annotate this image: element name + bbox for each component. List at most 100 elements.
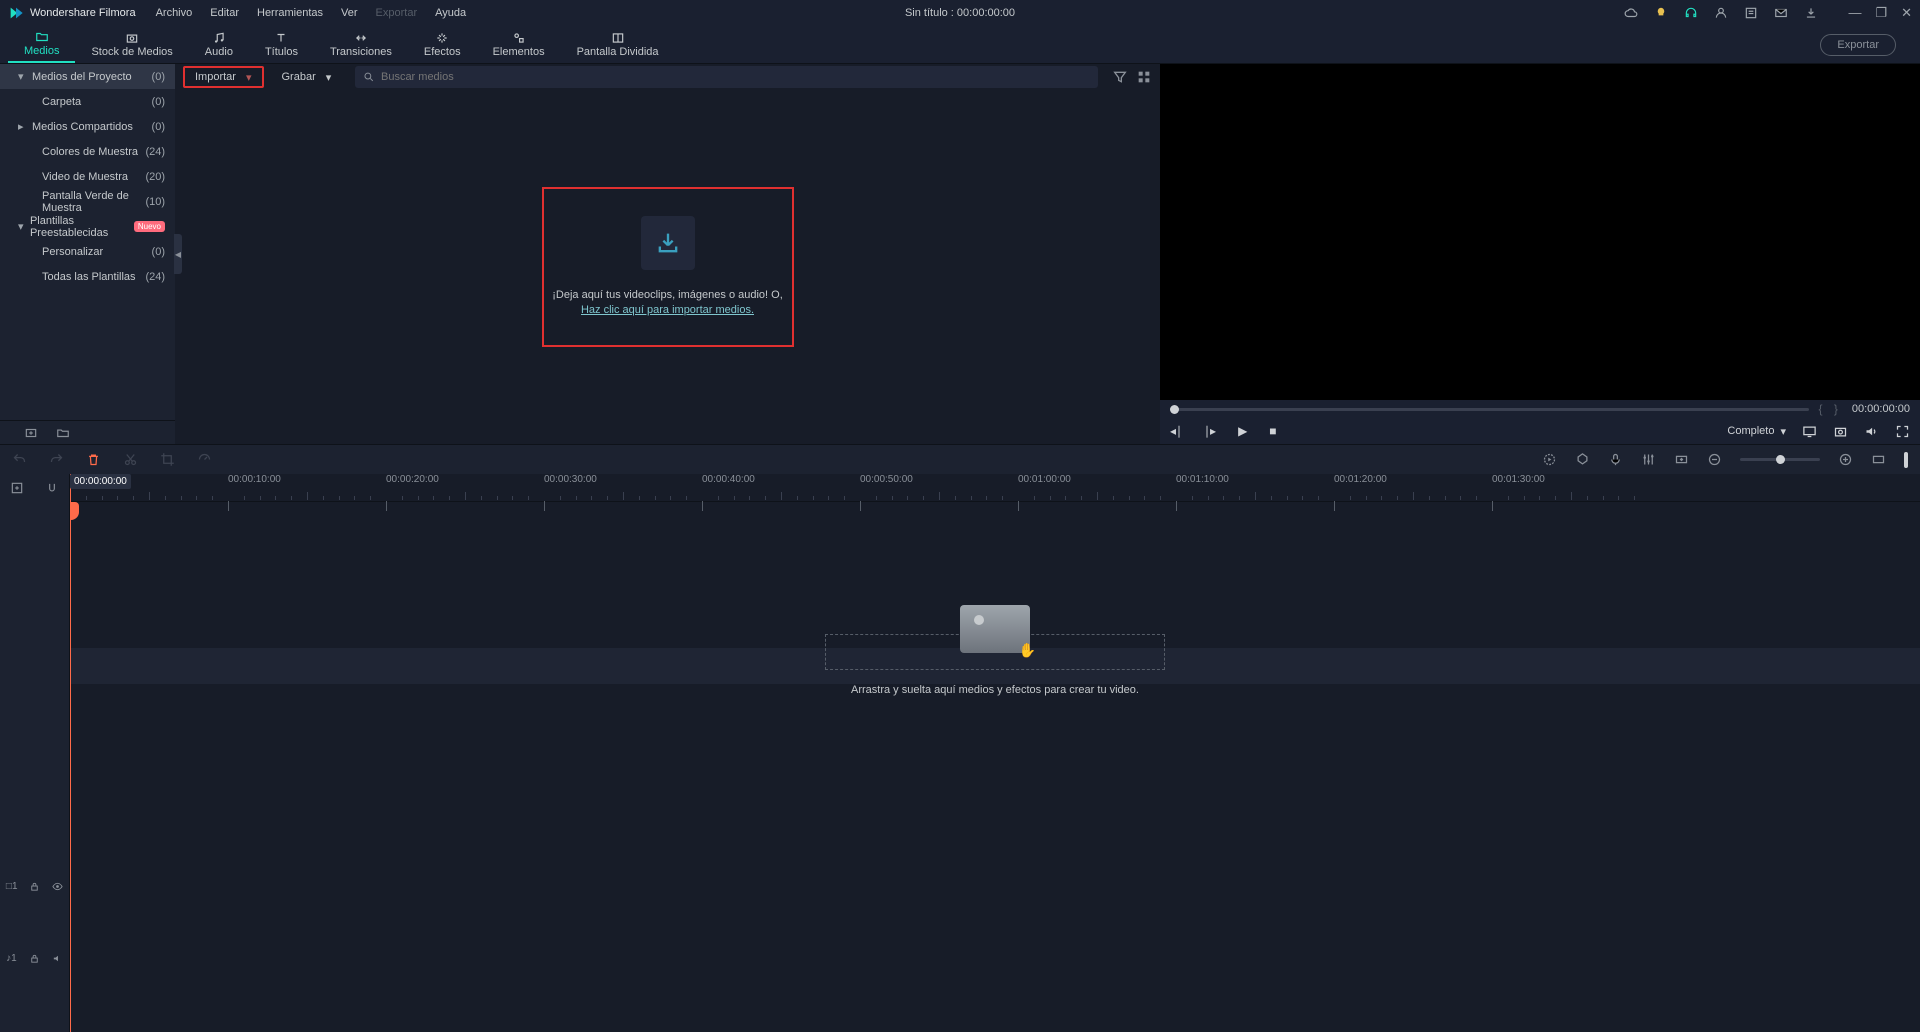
sidebar-item-sample-colors[interactable]: Colores de Muestra(24) [0,139,175,164]
video-track-header[interactable]: □1 [0,872,69,900]
timeline-body[interactable]: 00:00:00:0000:00:10:0000:00:20:0000:00:3… [70,474,1920,1032]
import-drop-zone[interactable]: ¡Deja aquí tus videoclips, imágenes o au… [542,187,794,347]
cut-icon[interactable] [123,452,138,467]
undo-icon[interactable] [12,452,27,467]
user-icon[interactable] [1714,6,1728,20]
tab-efectos[interactable]: Efectos [408,25,477,63]
stop-icon[interactable]: ■ [1269,424,1276,438]
ruler-label: 00:00:50:00 [860,474,913,511]
preview-quality-select[interactable]: Completo▾ [1727,425,1786,438]
menu-editar[interactable]: Editar [210,7,239,19]
mail-icon[interactable] [1774,6,1788,20]
ruler-label: 00:01:00:00 [1018,474,1071,511]
tab-medios[interactable]: Medios [8,25,75,63]
sparkle-icon [434,31,450,45]
ruler-label: 00:01:10:00 [1176,474,1229,511]
sidebar-item-sample-video[interactable]: Video de Muestra(20) [0,164,175,189]
playhead[interactable]: 00:00:00:00 [70,474,71,1032]
preview-viewport[interactable] [1160,64,1920,400]
camera-icon [124,31,140,45]
cloud-icon[interactable] [1624,6,1638,20]
titlebar-right-icons: — ❐ ✕ [1624,5,1912,21]
tab-titulos[interactable]: Títulos [249,25,314,63]
window-close-icon[interactable]: ✕ [1901,5,1912,21]
download-icon[interactable] [1804,6,1818,20]
snapshot-icon[interactable] [1833,424,1848,439]
timeline-ruler[interactable]: 00:00:00:0000:00:10:0000:00:20:0000:00:3… [70,474,1920,502]
marker-icon[interactable] [1575,452,1590,467]
lock-icon[interactable] [29,953,40,964]
prev-frame-icon[interactable]: ◂∣ [1170,424,1182,438]
menu-ver[interactable]: Ver [341,7,358,19]
menu-exportar[interactable]: Exportar [376,7,418,19]
sidebar-item-personalizar[interactable]: Personalizar(0) [0,239,175,264]
media-search-input[interactable] [381,71,1090,83]
render-icon[interactable] [1542,452,1557,467]
zoom-thumb[interactable] [1776,455,1785,464]
window-maximize-icon[interactable]: ❐ [1875,5,1887,21]
timeline-toolbar [0,444,1920,474]
sidebar-item-greenscreen[interactable]: Pantalla Verde de Muestra(10) [0,189,175,214]
menu-herramientas[interactable]: Herramientas [257,7,323,19]
tab-audio[interactable]: Audio [189,25,249,63]
zoom-out-icon[interactable] [1707,452,1722,467]
import-link[interactable]: Haz clic aquí para importar medios. [581,304,754,316]
sidebar-item-shared-media[interactable]: ▸Medios Compartidos(0) [0,114,175,139]
chevron-down-icon: ▾ [246,71,252,84]
play-icon[interactable]: ▶ [1238,424,1247,438]
preview-controls: ◂∣ ∣▸ ▶ ■ Completo▾ [1160,418,1920,444]
sidebar-item-all-templates[interactable]: Todas las Plantillas(24) [0,264,175,289]
grid-view-icon[interactable] [1136,69,1152,85]
bulb-icon[interactable] [1654,6,1668,20]
eye-icon[interactable] [52,881,63,892]
snap-icon[interactable] [45,481,59,495]
audio-track-header[interactable]: ♪1 [0,944,69,972]
vertical-scroll-indicator[interactable] [1904,452,1908,468]
sidebar-collapse-handle[interactable]: ◀ [174,234,182,274]
redo-icon[interactable] [49,452,64,467]
news-icon[interactable] [1744,6,1758,20]
voiceover-icon[interactable] [1608,452,1623,467]
delete-icon[interactable] [86,452,101,467]
media-search[interactable] [355,66,1098,88]
zoom-in-icon[interactable] [1838,452,1853,467]
monitor-icon[interactable] [1802,424,1817,439]
mixer-icon[interactable] [1641,452,1656,467]
crop-icon[interactable] [160,452,175,467]
window-minimize-icon[interactable]: — [1848,5,1861,21]
scrubber-thumb[interactable] [1170,405,1179,414]
project-title: Sin título : 00:00:00:00 [905,7,1015,19]
preview-scrubber[interactable]: { } 00:00:00:00 [1160,400,1920,418]
headphones-icon[interactable] [1684,6,1698,20]
keyframe-icon[interactable] [1674,452,1689,467]
tab-transiciones[interactable]: Transiciones [314,25,408,63]
record-dropdown[interactable]: Grabar▾ [272,66,342,88]
fullscreen-icon[interactable] [1895,424,1910,439]
zoom-fit-icon[interactable] [1871,452,1886,467]
split-icon [610,31,626,45]
sidebar-item-templates[interactable]: ▾Plantillas PreestablecidasNuevo [0,214,175,239]
menu-archivo[interactable]: Archivo [156,7,193,19]
new-folder-icon[interactable] [56,426,70,440]
track-headers: □1 ♪1 [0,474,70,1032]
auto-ripple-icon[interactable] [10,481,24,495]
speed-icon[interactable] [197,452,212,467]
import-dropdown[interactable]: Importar▾ [183,66,264,88]
next-frame-icon[interactable]: ∣▸ [1204,424,1216,438]
volume-icon[interactable] [1864,424,1879,439]
new-bin-icon[interactable] [24,426,38,440]
mute-icon[interactable] [52,953,63,964]
lock-icon[interactable] [29,881,40,892]
tab-pantalla-dividida[interactable]: Pantalla Dividida [561,25,675,63]
audio-track-number: 1 [11,953,17,964]
menu-ayuda[interactable]: Ayuda [435,7,466,19]
tab-elementos[interactable]: Elementos [477,25,561,63]
zoom-slider[interactable] [1740,458,1820,461]
inout-brackets-icon[interactable]: { } [1819,402,1842,416]
export-button[interactable]: Exportar [1820,34,1896,56]
sidebar-item-carpeta[interactable]: Carpeta(0) [0,89,175,114]
filter-icon[interactable] [1112,69,1128,85]
tab-stock[interactable]: Stock de Medios [75,25,188,63]
sidebar-item-project-media[interactable]: ▾Medios del Proyecto(0) [0,64,175,89]
folder-icon [34,30,50,44]
